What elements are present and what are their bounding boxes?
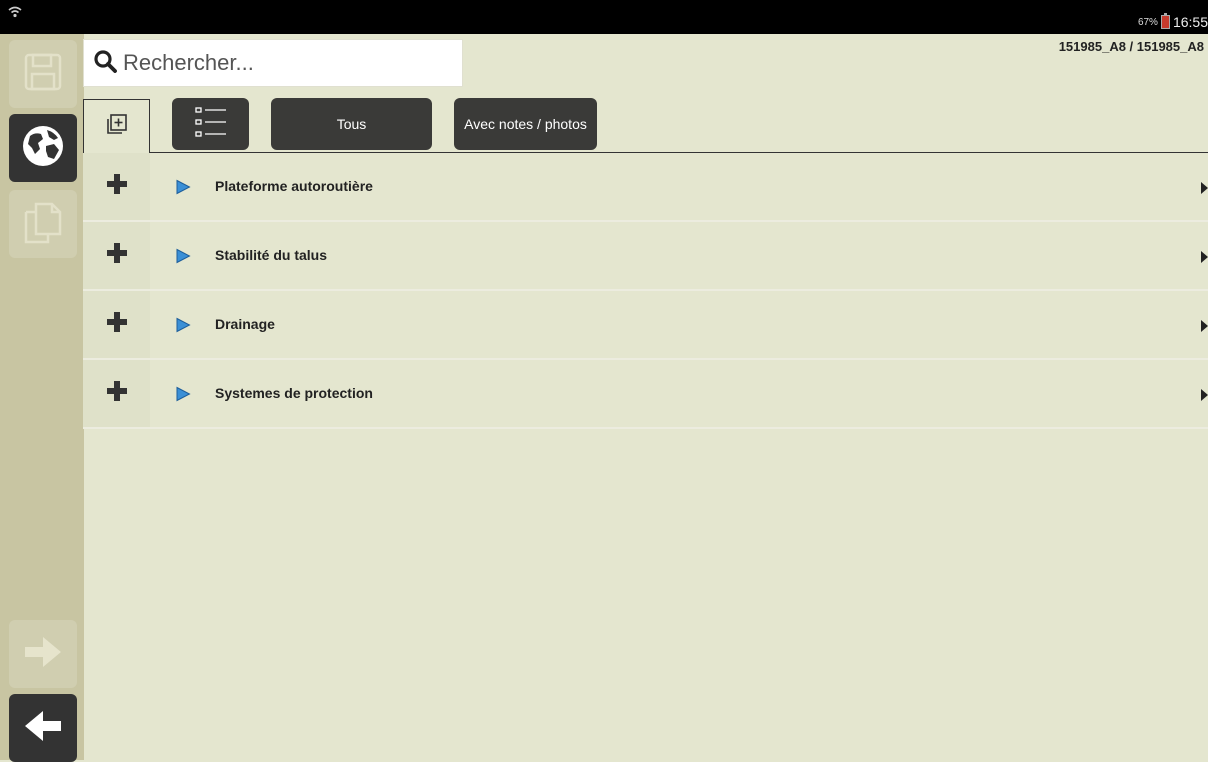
list-item[interactable]: Systemes de protection (83, 360, 1208, 429)
back-arrow-icon (21, 706, 65, 751)
plus-icon (106, 242, 128, 269)
play-icon[interactable] (175, 248, 191, 269)
search-icon (93, 49, 117, 78)
list-item[interactable]: Drainage (83, 291, 1208, 360)
list-item-label: Plateforme autoroutière (215, 178, 373, 194)
list-icon (194, 105, 228, 144)
filter-all-button[interactable]: Tous (271, 98, 432, 150)
expand-all-button[interactable] (83, 99, 150, 153)
sidebar (0, 34, 84, 762)
category-list: Plateforme autoroutière Stabilité du tal… (83, 153, 1208, 429)
list-item-label: Stabilité du talus (215, 247, 328, 263)
plus-icon (106, 380, 128, 407)
status-bar: 67% 16:55 (0, 0, 1208, 34)
add-button[interactable] (83, 153, 150, 220)
chevron-right-icon[interactable] (1201, 250, 1208, 268)
chevron-right-icon[interactable] (1201, 388, 1208, 406)
list-item-label: Systemes de protection (215, 385, 373, 401)
wifi-icon (8, 5, 22, 23)
play-icon[interactable] (175, 386, 191, 407)
chevron-right-icon[interactable] (1201, 181, 1208, 199)
search-input[interactable] (123, 50, 443, 76)
copy-icon (22, 200, 64, 249)
document-reference: 151985_A8 / 151985_A8 (1058, 39, 1204, 54)
battery-icon (1160, 13, 1170, 29)
play-icon[interactable] (175, 179, 191, 200)
globe-icon (21, 124, 65, 173)
globe-button[interactable] (9, 114, 77, 182)
search-box[interactable] (83, 39, 463, 87)
clock: 16:55 (1172, 14, 1208, 30)
list-item[interactable]: Stabilité du talus (83, 222, 1208, 291)
forward-arrow-icon (21, 632, 65, 677)
play-icon[interactable] (175, 317, 191, 338)
filter-notes-photos-button[interactable]: Avec notes / photos (454, 98, 597, 150)
chevron-right-icon[interactable] (1201, 319, 1208, 337)
add-button[interactable] (83, 222, 150, 289)
expand-all-icon (106, 113, 128, 140)
copy-button[interactable] (9, 190, 77, 258)
add-button[interactable] (83, 360, 150, 427)
forward-button[interactable] (9, 620, 77, 688)
plus-icon (106, 173, 128, 200)
save-button[interactable] (9, 40, 77, 108)
add-button[interactable] (83, 291, 150, 358)
plus-icon (106, 311, 128, 338)
back-button[interactable] (9, 694, 77, 762)
save-icon (22, 51, 64, 98)
list-item[interactable]: Plateforme autoroutière (83, 153, 1208, 222)
list-item-label: Drainage (215, 316, 275, 332)
list-view-button[interactable] (172, 98, 249, 150)
battery-level: 67% (1137, 16, 1158, 28)
